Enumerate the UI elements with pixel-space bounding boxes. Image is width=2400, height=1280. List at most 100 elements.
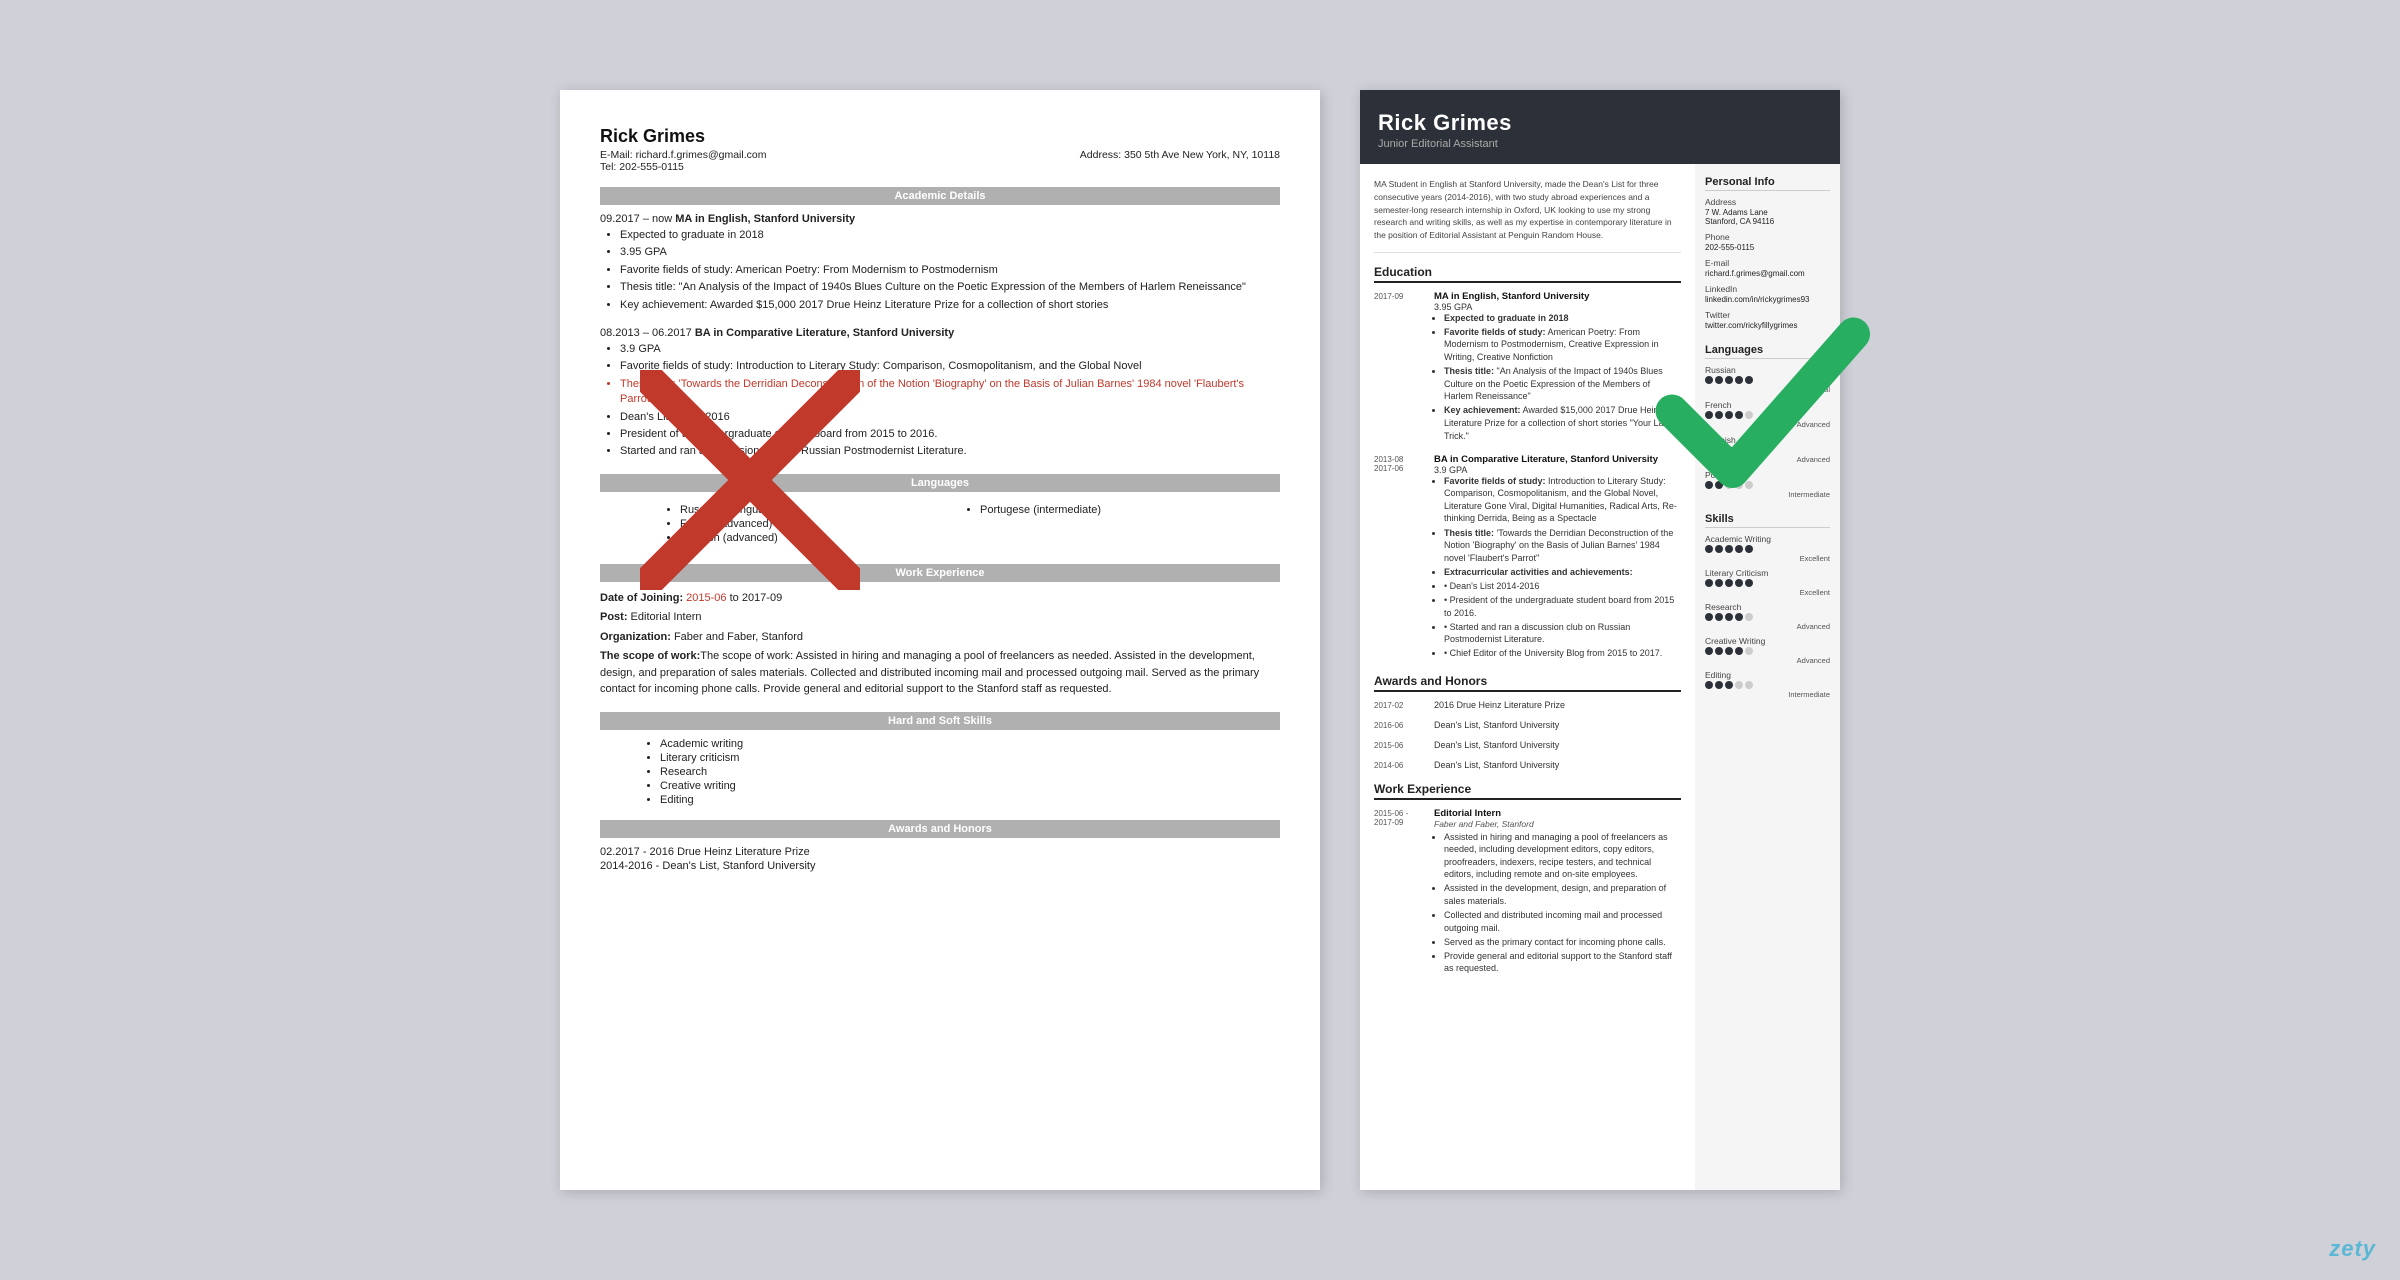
- sb-languages-title: Languages: [1705, 344, 1830, 359]
- sb-skill-aw-name: Academic Writing: [1705, 534, 1830, 544]
- dot: [1745, 647, 1753, 655]
- sb-email-label: E-mail: [1705, 258, 1830, 268]
- list-item: Thesis title: 'Towards the Derridian Dec…: [1444, 527, 1681, 565]
- list-item: Thesis title: "An Analysis of the Impact…: [620, 280, 1280, 295]
- dot: [1745, 681, 1753, 689]
- sb-twitter-value: twitter.com/rickyfillygrimes: [1705, 321, 1830, 330]
- modern-work-bullets: Assisted in hiring and managing a pool o…: [1444, 831, 1681, 976]
- modern-award-4: 2014-06 Dean's List, Stanford University: [1374, 760, 1681, 770]
- edu-ma-bullets: Expected to graduate in 2018 3.95 GPA Fa…: [620, 228, 1280, 313]
- dot: [1705, 647, 1713, 655]
- lang-col-1: Russian (bilingual) French (advanced) Sp…: [660, 504, 920, 546]
- list-item: President of the undergraduate student b…: [620, 427, 1280, 442]
- sb-lang-russian-name: Russian: [1705, 365, 1830, 375]
- modern-award-4-title: Dean's List, Stanford University: [1434, 760, 1681, 770]
- sb-lang-russian-level: Bilingual: [1705, 385, 1830, 394]
- sb-address-label: Address: [1705, 197, 1830, 207]
- work-section: Date of Joining: 2015-06 to 2017-09 Post…: [600, 590, 1280, 698]
- modern-award-2-title: Dean's List, Stanford University: [1434, 720, 1681, 730]
- work-date-value: 2015-06: [686, 592, 726, 604]
- dot: [1735, 376, 1743, 384]
- modern-education-title: Education: [1374, 265, 1681, 283]
- dot: [1735, 613, 1743, 621]
- list-item: Collected and distributed incoming mail …: [1444, 909, 1681, 934]
- modern-award-4-date: 2014-06: [1374, 760, 1426, 770]
- dot: [1715, 579, 1723, 587]
- list-item: Key achievement: Awarded $15,000 2017 Dr…: [620, 298, 1280, 313]
- modern-header: Rick Grimes Junior Editorial Assistant: [1360, 90, 1840, 164]
- dot: [1745, 376, 1753, 384]
- dot: [1725, 446, 1733, 454]
- modern-title: Junior Editorial Assistant: [1378, 138, 1822, 150]
- dot: [1705, 681, 1713, 689]
- list-item: 3.95 GPA: [620, 245, 1280, 260]
- dot: [1745, 545, 1753, 553]
- sb-address-value: 7 W. Adams LaneStanford, CA 94116: [1705, 208, 1830, 226]
- sb-lang-spanish-name: Spanish: [1705, 435, 1830, 445]
- dot: [1705, 579, 1713, 587]
- dot: [1705, 411, 1713, 419]
- email-value: richard.f.grimes@gmail.com: [636, 149, 767, 161]
- dot: [1745, 613, 1753, 621]
- dot: [1705, 481, 1713, 489]
- sb-skill-e-level: Intermediate: [1705, 690, 1830, 699]
- list-item: Thesis title: "An Analysis of the Impact…: [1444, 365, 1681, 403]
- dot: [1715, 376, 1723, 384]
- dot: [1745, 481, 1753, 489]
- dot: [1715, 613, 1723, 621]
- dot: [1735, 545, 1743, 553]
- list-item: French (advanced): [680, 518, 920, 530]
- dot: [1745, 411, 1753, 419]
- modern-award-3-date: 2015-06: [1374, 740, 1426, 750]
- modern-edu-ba-bullets: Favorite fields of study: Introduction t…: [1444, 475, 1681, 660]
- languages-row: Russian (bilingual) French (advanced) Sp…: [600, 500, 1280, 550]
- edu-ma-date: 09.2017 – now: [600, 213, 675, 225]
- modern-edu-entry-ba: 2013-082017-06 BA in Comparative Literat…: [1374, 454, 1681, 662]
- modern-work-title: Work Experience: [1374, 782, 1681, 800]
- modern-edu-ma-degree: MA in English, Stanford University: [1434, 291, 1681, 302]
- list-item: • President of the undergraduate student…: [1444, 594, 1681, 619]
- dot: [1745, 446, 1753, 454]
- dot: [1725, 545, 1733, 553]
- sb-skill-r-dots: [1705, 613, 1830, 621]
- list-item: Extracurricular activities and achieveme…: [1444, 566, 1681, 579]
- sb-lang-russian-dots: [1705, 376, 1830, 384]
- dot: [1725, 411, 1733, 419]
- list-item: • Chief Editor of the University Blog fr…: [1444, 647, 1681, 660]
- work-date-label: Date of Joining:: [600, 592, 686, 604]
- list-item: Favorite fields of study: Introduction t…: [1444, 475, 1681, 525]
- list-item: Expected to graduate in 2018: [620, 228, 1280, 243]
- dot: [1725, 613, 1733, 621]
- modern-edu-ba-content: BA in Comparative Literature, Stanford U…: [1434, 454, 1681, 662]
- list-item: Portugese (intermediate): [980, 504, 1220, 516]
- list-item: 3.9 GPA: [620, 342, 1280, 357]
- classic-resume: Rick Grimes E-Mail: richard.f.grimes@gma…: [560, 90, 1320, 1190]
- list-item: Editing: [660, 794, 1280, 806]
- sb-skill-aw-dots: [1705, 545, 1830, 553]
- list-item: Favorite fields of study: American Poetr…: [1444, 326, 1681, 364]
- modern-award-1-title: 2016 Drue Heinz Literature Prize: [1434, 700, 1681, 710]
- sb-phone-value: 202-555-0115: [1705, 243, 1830, 252]
- modern-work-org: Faber and Faber, Stanford: [1434, 819, 1681, 829]
- dot: [1725, 376, 1733, 384]
- modern-name: Rick Grimes: [1378, 110, 1822, 136]
- sb-skill-lc-name: Literary Criticism: [1705, 568, 1830, 578]
- modern-resume: Rick Grimes Junior Editorial Assistant M…: [1360, 90, 1840, 1190]
- dot: [1715, 545, 1723, 553]
- list-item: Expected to graduate in 2018: [1444, 312, 1681, 325]
- modern-edu-ba-degree: BA in Comparative Literature, Stanford U…: [1434, 454, 1681, 465]
- sb-personal-title: Personal Info: [1705, 176, 1830, 191]
- dot: [1735, 446, 1743, 454]
- edu-ba-degree: BA in Comparative Literature, Stanford U…: [695, 327, 954, 339]
- list-item: Research: [660, 766, 1280, 778]
- dot: [1735, 411, 1743, 419]
- modern-main: MA Student in English at Stanford Univer…: [1360, 164, 1695, 1190]
- list-item: Literary criticism: [660, 752, 1280, 764]
- sb-phone-label: Phone: [1705, 232, 1830, 242]
- address-label: Address:: [1080, 149, 1121, 161]
- sb-skill-lc-level: Excellent: [1705, 588, 1830, 597]
- dot: [1715, 411, 1723, 419]
- modern-sidebar: Personal Info Address 7 W. Adams LaneSta…: [1695, 164, 1840, 1190]
- modern-work-job-title: Editorial Intern: [1434, 808, 1681, 819]
- list-item: Spanish (advanced): [680, 532, 920, 544]
